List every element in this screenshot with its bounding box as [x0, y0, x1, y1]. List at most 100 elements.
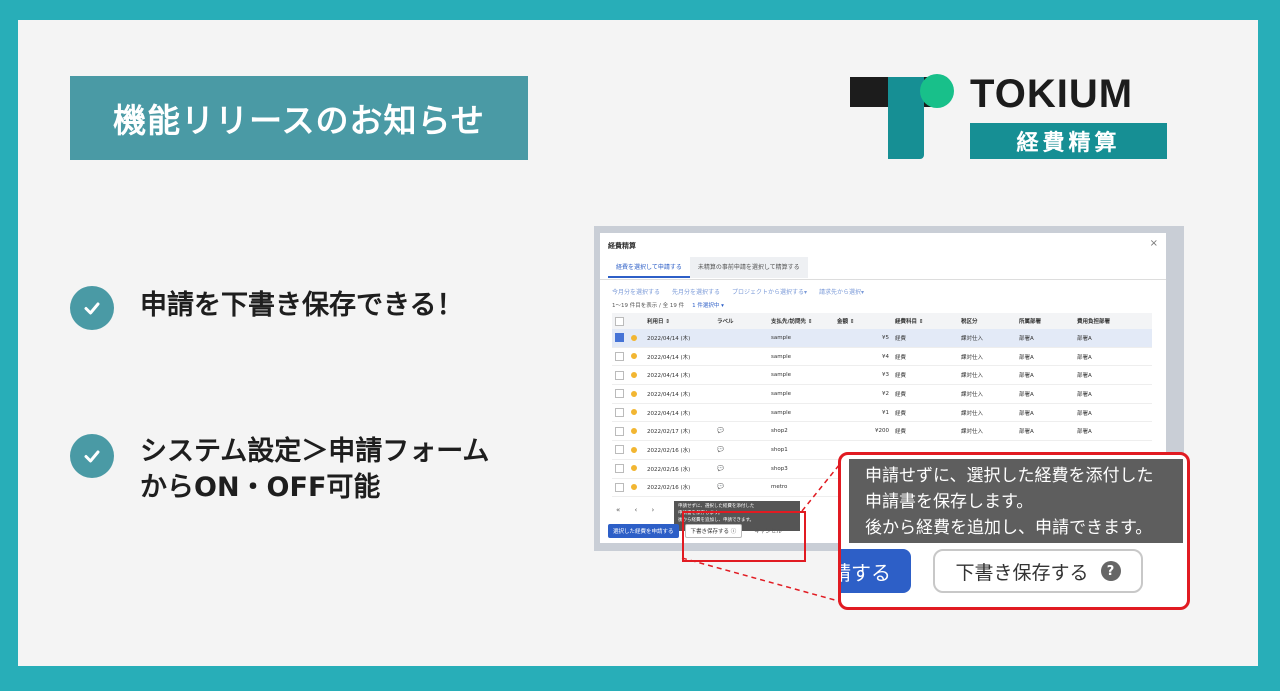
row-checkbox-cell[interactable] [612, 403, 628, 423]
table-row[interactable]: 2022/02/17 (木) 💬 shop2 ¥200 経費 課対仕入 部署A 部署A [612, 421, 1152, 442]
header-checkbox[interactable] [612, 313, 628, 329]
status-dot-icon [631, 390, 637, 397]
table-row[interactable]: 2022/04/14 (木) sample ¥2 経費 課対仕入 部署A 部署A [612, 384, 1152, 404]
row-checkbox-cell[interactable] [612, 347, 628, 367]
row-checkbox[interactable] [615, 482, 624, 492]
save-draft-button-zoomed[interactable]: 下書き保存する ? [933, 549, 1143, 593]
cell-payee: sample [768, 329, 834, 348]
row-checkbox[interactable] [615, 389, 624, 399]
cell-dept: 部署A [1016, 384, 1074, 404]
cell-label [714, 384, 768, 404]
header-cost-dept: 費用負担部署 [1074, 313, 1152, 329]
header-amount[interactable]: 金額 ⇕ [834, 313, 892, 329]
cell-amount: ¥5 [834, 329, 892, 348]
close-icon[interactable]: × [1150, 238, 1158, 249]
status-cell [628, 421, 644, 442]
cell-dept: 部署A [1016, 403, 1074, 423]
cell-tax: 課対仕入 [958, 403, 1016, 423]
cell-date: 2022/04/14 (木) [644, 365, 714, 386]
row-checkbox-cell[interactable] [612, 459, 628, 479]
header-tax: 税区分 [958, 313, 1016, 329]
cell-date: 2022/02/16 (水) [644, 459, 714, 479]
status-dot-icon [631, 334, 637, 341]
header-category[interactable]: 経費科目 ⇕ [892, 313, 958, 329]
status-dot-icon [631, 428, 637, 435]
submit-button-zoomed[interactable]: 請する [841, 549, 911, 593]
help-icon[interactable]: ? [1100, 561, 1121, 581]
cell-dept: 部署A [1016, 329, 1074, 348]
logo-product-name: 経費精算 [970, 123, 1167, 159]
cell-amount: ¥2 [834, 384, 892, 404]
row-checkbox-cell[interactable] [612, 329, 628, 348]
record-count: 1〜19 件目を表示 / 全 19 件 1 件選択中 ▾ [612, 301, 724, 309]
cell-cost-dept: 部署A [1074, 365, 1152, 386]
cell-category: 経費 [892, 329, 958, 348]
feature-line: システム設定＞申請フォーム [140, 436, 490, 467]
modal-tabs: 経費を選択して申請する 未精算の事前申請を選択して精算する [608, 257, 808, 278]
logo-mark-stem [888, 77, 924, 159]
row-checkbox[interactable] [615, 445, 624, 455]
table-row[interactable]: 2022/04/14 (木) sample ¥4 経費 課対仕入 部署A 部署A [612, 347, 1152, 367]
table-row[interactable]: 2022/04/14 (木) sample ¥3 経費 課対仕入 部署A 部署A [612, 365, 1152, 386]
cell-payee: sample [768, 384, 834, 404]
row-checkbox[interactable] [615, 464, 624, 474]
submit-selected-button[interactable]: 選択した経費を申請する [608, 524, 679, 538]
cell-category: 経費 [892, 365, 958, 386]
feature-line: 申請を下書き保存できる！ [140, 290, 464, 321]
tokium-logo: TOKIUM 経費精算 [850, 72, 1170, 162]
row-checkbox[interactable] [615, 426, 624, 436]
row-checkbox-cell[interactable] [612, 440, 628, 460]
row-checkbox[interactable] [615, 333, 624, 343]
filter-project[interactable]: プロジェクトから選択する▾ [732, 287, 807, 296]
cell-tax: 課対仕入 [958, 384, 1016, 404]
tooltip-line: 申請せずに、選択した経費を添付した [865, 466, 1154, 486]
filter-client[interactable]: 請求先から選択▾ [819, 287, 864, 296]
cell-amount: ¥4 [834, 347, 892, 367]
feature-line: からON・OFF可能 [140, 472, 381, 503]
cell-label: 💬 [714, 440, 768, 460]
row-checkbox-cell[interactable] [612, 421, 628, 442]
filter-last-month[interactable]: 先月分を選択する [672, 287, 720, 296]
row-checkbox-cell[interactable] [612, 384, 628, 404]
status-cell [628, 329, 644, 348]
header-date[interactable]: 利用日 ⇕ [644, 313, 714, 329]
cell-date: 2022/04/14 (木) [644, 384, 714, 404]
cell-category: 経費 [892, 403, 958, 423]
cell-label [714, 329, 768, 348]
table-row[interactable]: 2022/04/14 (木) sample ¥1 経費 課対仕入 部署A 部署A [612, 403, 1152, 423]
pagination[interactable]: « ‹ › [616, 506, 660, 514]
tab-select-pre-requests[interactable]: 未精算の事前申請を選択して精算する [689, 257, 808, 278]
header-payee[interactable]: 支払先/訪問先 ⇕ [768, 313, 834, 329]
check-icon [70, 286, 114, 330]
tab-select-expenses[interactable]: 経費を選択して申請する [608, 257, 690, 278]
row-checkbox-cell[interactable] [612, 365, 628, 386]
cell-payee: shop1 [768, 440, 834, 460]
cell-cost-dept: 部署A [1074, 329, 1152, 348]
zoomed-detail: 申請せずに、選択した経費を添付した 申請書を保存します。 後から経費を追加し、申… [838, 452, 1190, 610]
table-header: 利用日 ⇕ ラベル 支払先/訪問先 ⇕ 金額 ⇕ 経費科目 ⇕ 税区分 所属部署… [612, 313, 1152, 329]
row-checkbox[interactable] [615, 370, 624, 380]
draft-tooltip-zoomed: 申請せずに、選択した経費を添付した 申請書を保存します。 後から経費を追加し、申… [849, 459, 1183, 543]
cell-cost-dept: 部署A [1074, 384, 1152, 404]
cell-cost-dept: 部署A [1074, 347, 1152, 367]
row-checkbox[interactable] [615, 352, 624, 362]
status-cell [628, 459, 644, 479]
cell-payee: shop2 [768, 421, 834, 442]
row-checkbox[interactable] [615, 408, 624, 418]
status-cell [628, 384, 644, 404]
selected-count[interactable]: 1 件選択中 ▾ [692, 303, 724, 309]
filter-this-month[interactable]: 今月分を選択する [612, 287, 660, 296]
cell-date: 2022/02/16 (水) [644, 440, 714, 460]
select-all-checkbox[interactable] [615, 316, 624, 326]
feature-item-draft: 申請を下書き保存できる！ [70, 286, 463, 330]
row-checkbox-cell[interactable] [612, 478, 628, 498]
cell-payee: shop3 [768, 459, 834, 479]
cell-dept: 部署A [1016, 421, 1074, 442]
cell-tax: 課対仕入 [958, 421, 1016, 442]
cell-amount: ¥3 [834, 365, 892, 386]
status-cell [628, 365, 644, 386]
table-row[interactable]: 2022/04/14 (木) sample ¥5 経費 課対仕入 部署A 部署A [612, 329, 1152, 348]
cell-payee: sample [768, 403, 834, 423]
cell-category: 経費 [892, 347, 958, 367]
cell-category: 経費 [892, 421, 958, 442]
